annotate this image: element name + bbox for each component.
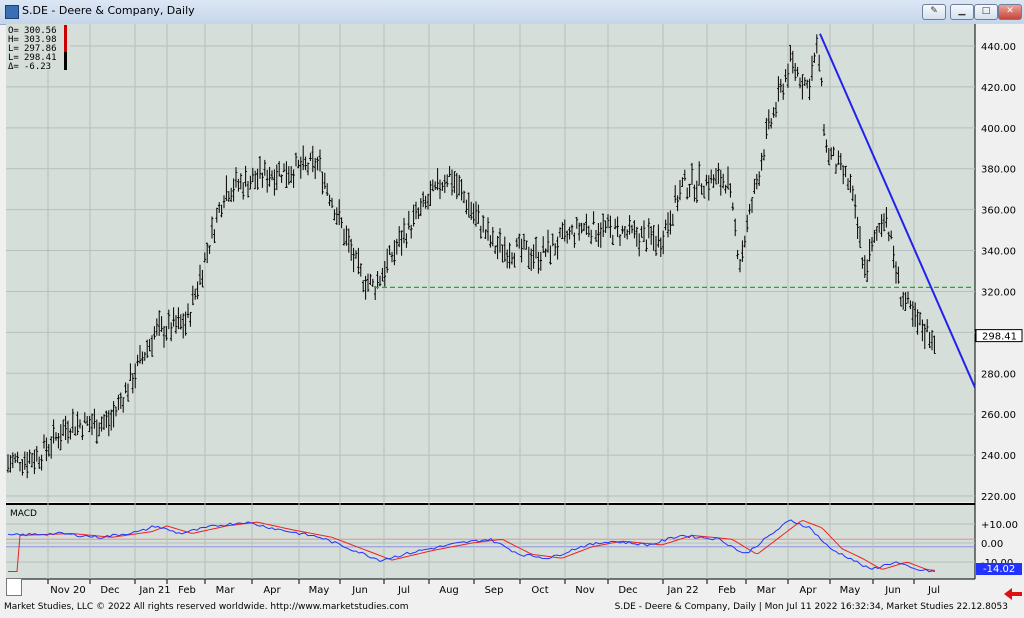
last-price-tag: 298.41 (975, 329, 1023, 343)
window-title: S.DE - Deere & Company, Daily (22, 4, 195, 17)
x-tick-label: Sep (485, 585, 504, 596)
x-tick-label: Feb (718, 585, 736, 596)
x-tick-label: Apr (799, 585, 817, 596)
y-tick-label: 220.00 (981, 492, 1016, 503)
x-tick-label: Jul (397, 585, 410, 596)
x-tick-labels: Nov 20 Dec Jan 21 Feb Mar Apr May Jun Jul Aug Sep O… (50, 585, 940, 596)
x-tick-label: Dec (618, 585, 637, 596)
y-tick-label: 280.00 (981, 369, 1016, 380)
ohlc-marker (64, 61, 67, 70)
x-tick-label: Jun (351, 585, 368, 596)
chart-area[interactable]: 440.00 420.00 400.00 380.00 360.00 340.00 320.… (0, 24, 1024, 614)
macd-last-tag: -14.02 (976, 563, 1022, 575)
x-tick-label: Aug (439, 585, 459, 596)
x-tick-label: Mar (216, 585, 236, 596)
y-tick-label: 420.00 (981, 83, 1016, 94)
maximize-button[interactable]: □ (974, 4, 998, 20)
macd-last-label: -14.02 (983, 564, 1015, 575)
status-left: Market Studies, LLC © 2022 All rights re… (4, 602, 409, 612)
chart-window: S.DE - Deere & Company, Daily ✎ ▁ □ ✕ 44… (0, 0, 1024, 614)
ohlc-label: Δ= (8, 62, 19, 72)
last-price-label: 298.41 (982, 332, 1017, 343)
title-bar[interactable]: S.DE - Deere & Company, Daily ✎ ▁ □ ✕ (0, 0, 1024, 25)
ohlc-value: -6.23 (24, 62, 51, 72)
x-tick-label: Jun (884, 585, 901, 596)
status-right: S.DE - Deere & Company, Daily | Mon Jul … (614, 602, 1008, 612)
y-tick-label: 380.00 (981, 165, 1016, 176)
minimize-button[interactable]: ▁ (950, 4, 974, 20)
ohlc-box: O= 300.56H= 303.98L= 297.86L= 298.41Δ= -6.23 (6, 24, 70, 72)
y-tick-label: 320.00 (981, 287, 1016, 298)
x-tick-label: Jan 22 (666, 585, 698, 596)
ohlc-marker (64, 52, 67, 61)
x-tick-label: Feb (178, 585, 196, 596)
tool-icon[interactable]: ✎ (922, 4, 946, 20)
x-tick-label: Mar (757, 585, 777, 596)
x-tick-label: Jul (927, 585, 940, 596)
x-tick-label: Jan 21 (138, 585, 170, 596)
macd-tick-label: +10.00 (981, 520, 1018, 531)
close-button[interactable]: ✕ (998, 4, 1022, 20)
macd-tick-label: 0.00 (981, 539, 1003, 550)
y-tick-label: 360.00 (981, 206, 1016, 217)
ohlc-marker (64, 43, 67, 52)
ohlc-marker (64, 34, 67, 43)
x-tick-label: Dec (100, 585, 119, 596)
x-tick-label: Nov (575, 585, 595, 596)
x-tick-label: Apr (263, 585, 281, 596)
y-tick-label: 260.00 (981, 410, 1016, 421)
y-tick-label: 440.00 (981, 42, 1016, 53)
ohlc-marker (64, 25, 67, 34)
price-chart[interactable]: 440.00 420.00 400.00 380.00 360.00 340.00 320.… (0, 24, 1024, 614)
x-tick-label: May (309, 585, 330, 596)
x-tick-label: Oct (531, 585, 548, 596)
corner-box[interactable] (6, 578, 22, 596)
y-tick-label: 240.00 (981, 451, 1016, 462)
y-tick-label: 400.00 (981, 124, 1016, 135)
scroll-left-arrow-icon[interactable] (1004, 588, 1022, 600)
macd-label: MACD (10, 509, 37, 519)
x-tick-label: Nov 20 (50, 585, 85, 596)
y-tick-label: 340.00 (981, 247, 1016, 258)
x-tick-label: May (840, 585, 861, 596)
app-icon (5, 5, 19, 19)
